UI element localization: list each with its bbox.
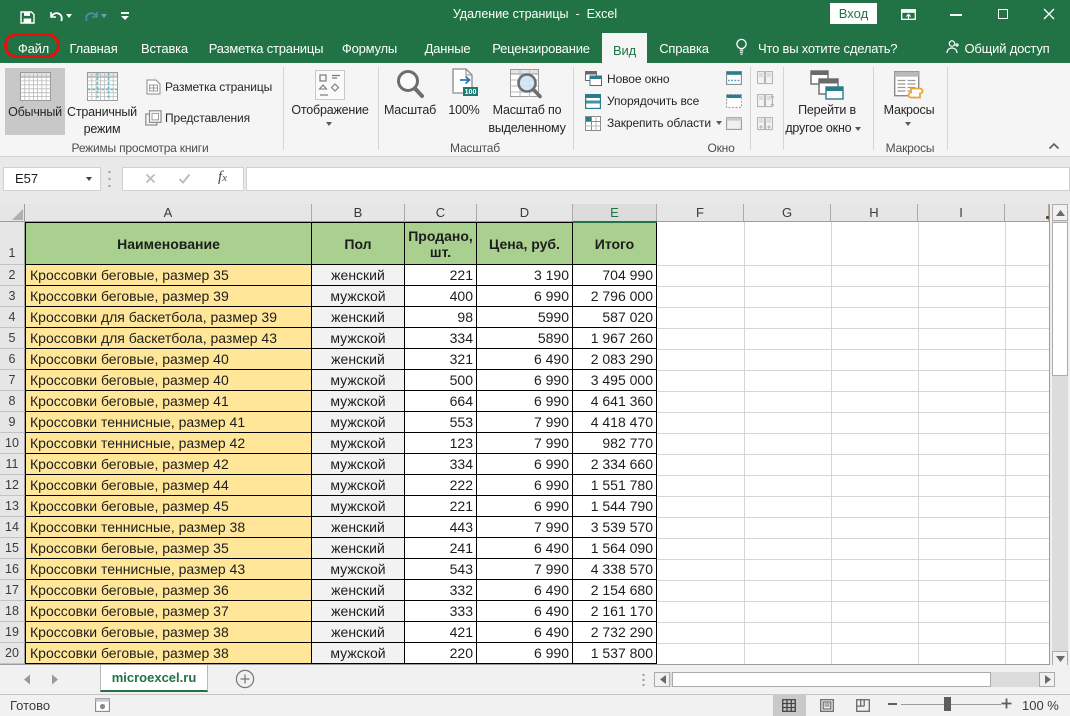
svg-text:100: 100 [465,89,477,96]
